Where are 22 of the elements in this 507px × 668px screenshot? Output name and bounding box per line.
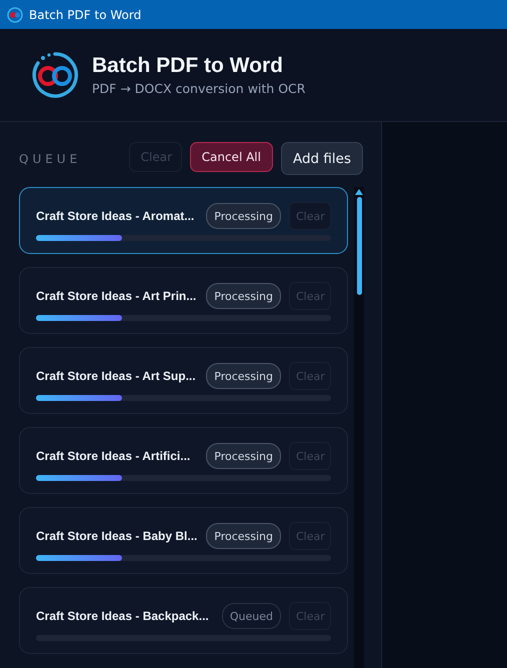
status-badge: Queued <box>222 603 281 629</box>
window-title: Batch PDF to Word <box>29 8 142 22</box>
scrollbar[interactable] <box>354 187 364 668</box>
file-name: Craft Store Ideas - Backpack... <box>36 609 210 623</box>
status-badge: Processing <box>206 363 281 389</box>
scroll-up-icon[interactable] <box>355 189 363 195</box>
status-badge: Processing <box>206 203 281 229</box>
file-name: Craft Store Ideas - Aromat... <box>36 209 196 223</box>
app-subtitle: PDF → DOCX conversion with OCR <box>92 81 306 96</box>
status-badge: Processing <box>206 283 281 309</box>
queue-button[interactable]: Add files <box>280 142 363 175</box>
queue-button[interactable]: Cancel All <box>190 142 273 172</box>
status-badge: Processing <box>206 523 281 549</box>
file-name: Craft Store Ideas - Baby Bl... <box>36 529 198 543</box>
file-name: Craft Store Ideas - Art Prin... <box>36 289 198 303</box>
file-name: Craft Store Ideas - Art Sup... <box>36 369 197 383</box>
app-title: Batch PDF to Word <box>92 54 284 78</box>
app-icon <box>7 6 23 22</box>
status-badge: Processing <box>206 443 281 469</box>
file-name: Craft Store Ideas - Artifici... <box>36 449 192 463</box>
queue-label: QUEUE <box>19 152 82 166</box>
logo-icon <box>30 50 80 100</box>
